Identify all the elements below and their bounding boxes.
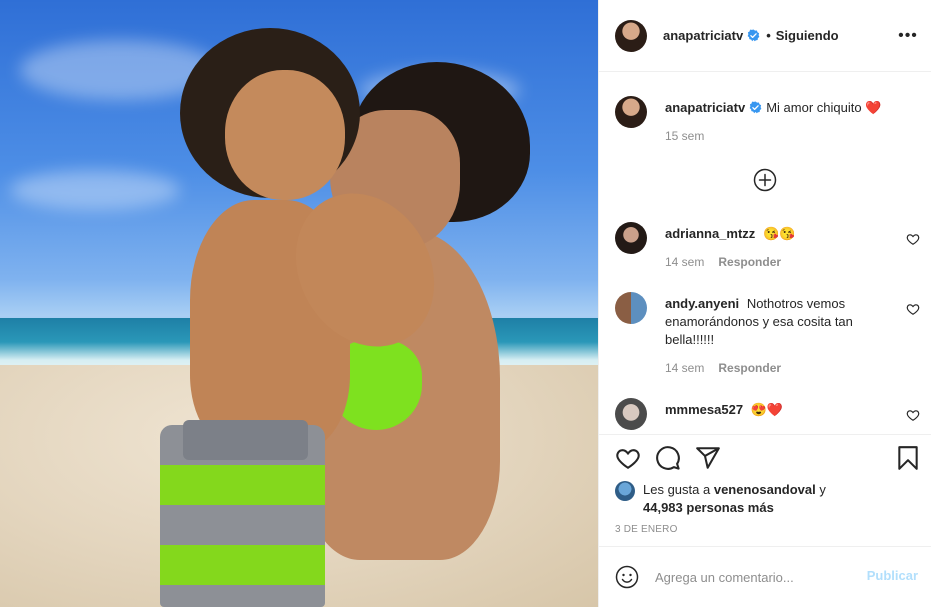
- comment-item: mmmesa527 😍❤️: [615, 398, 920, 434]
- more-options-icon[interactable]: •••: [898, 26, 918, 46]
- comment-username[interactable]: mmmesa527: [665, 402, 743, 417]
- caption-username[interactable]: anapatriciatv: [665, 100, 745, 115]
- heart-icon[interactable]: [906, 408, 920, 422]
- comment-time[interactable]: 14 sem: [665, 361, 704, 375]
- comment-meta: 14 sem Responder: [665, 255, 781, 269]
- post-header: anapatriciatv • Siguiendo •••: [599, 0, 931, 72]
- comment-body: mmmesa527 😍❤️: [665, 401, 895, 419]
- comment-composer: Publicar: [599, 546, 931, 607]
- caption-text: Mi amor chiquito: [766, 100, 862, 115]
- reply-button[interactable]: Responder: [718, 255, 781, 269]
- smiley-icon[interactable]: [615, 565, 639, 589]
- commenter-avatar[interactable]: [615, 398, 647, 430]
- verified-badge-icon: [747, 29, 760, 42]
- comment-icon[interactable]: [655, 445, 681, 471]
- comment-username[interactable]: andy.anyeni: [665, 296, 739, 311]
- plus-circle-icon[interactable]: [753, 168, 777, 192]
- comment-username[interactable]: adrianna_mtzz: [665, 226, 755, 241]
- action-bar: Les gusta a venenosandoval y 44,983 pers…: [599, 434, 931, 546]
- author-username[interactable]: anapatriciatv: [663, 28, 743, 43]
- comments-list[interactable]: anapatriciatv Mi amor chiquito ❤️ 15 sem …: [599, 72, 931, 434]
- comment-time[interactable]: 14 sem: [665, 255, 704, 269]
- commenter-avatar[interactable]: [615, 222, 647, 254]
- follow-status-button[interactable]: Siguiendo: [776, 28, 839, 43]
- liker-username[interactable]: venenosandoval: [714, 482, 816, 497]
- caption-meta: 15 sem: [665, 129, 704, 143]
- publish-button[interactable]: Publicar: [867, 568, 918, 583]
- separator-dot: •: [766, 28, 771, 43]
- author-avatar[interactable]: [615, 96, 647, 128]
- likes-text: Les gusta a venenosandoval y 44,983 pers…: [643, 481, 843, 517]
- comment-body: adrianna_mtzz 😘😘: [665, 225, 895, 243]
- likes-conj: y: [819, 482, 826, 497]
- reply-button[interactable]: Responder: [718, 361, 781, 375]
- comment-meta: 14 sem Responder: [665, 361, 781, 375]
- bookmark-icon[interactable]: [895, 445, 921, 471]
- likes-prefix: Les gusta a: [643, 482, 711, 497]
- child-face: [225, 70, 345, 200]
- comment-item: adrianna_mtzz 😘😘 14 sem Responder: [615, 222, 920, 282]
- caption-time[interactable]: 15 sem: [665, 129, 704, 143]
- heart-icon[interactable]: [906, 232, 920, 246]
- caption-emoji: ❤️: [865, 100, 882, 115]
- post-sidebar: anapatriciatv • Siguiendo ••• anapatrici…: [598, 0, 931, 607]
- post-date[interactable]: 3 DE ENERO: [615, 524, 678, 535]
- commenter-avatar[interactable]: [615, 292, 647, 324]
- like-heart-icon[interactable]: [615, 445, 641, 471]
- comment-text: 😘😘: [762, 226, 796, 241]
- caption-body: anapatriciatv Mi amor chiquito ❤️: [665, 99, 895, 117]
- verified-badge-icon: [749, 101, 762, 114]
- comment-item: andy.anyeni Nothotros vemos enamorándono…: [615, 292, 920, 382]
- liker-avatar[interactable]: [615, 481, 635, 501]
- post-photo[interactable]: [0, 0, 598, 607]
- post-viewer: anapatriciatv • Siguiendo ••• anapatrici…: [0, 0, 931, 607]
- child-shorts-band: [183, 420, 308, 460]
- comment-body: andy.anyeni Nothotros vemos enamorándono…: [665, 295, 895, 349]
- sky-cloud: [10, 170, 180, 210]
- caption: anapatriciatv Mi amor chiquito ❤️ 15 sem: [615, 96, 920, 156]
- comment-input[interactable]: [655, 569, 851, 585]
- comment-text: 😍❤️: [750, 402, 784, 417]
- likes-count-button[interactable]: 44,983 personas más: [643, 500, 774, 515]
- heart-icon[interactable]: [906, 302, 920, 316]
- author-avatar[interactable]: [615, 19, 647, 52]
- likes-summary: Les gusta a venenosandoval y 44,983 pers…: [615, 481, 843, 517]
- paper-plane-icon[interactable]: [695, 445, 721, 471]
